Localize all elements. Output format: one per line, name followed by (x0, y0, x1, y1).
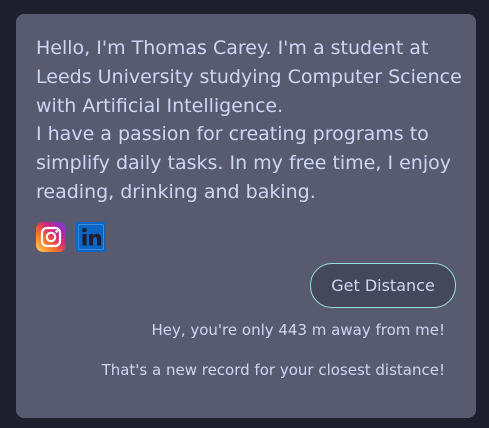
instagram-icon (36, 222, 66, 252)
bio-text: Hello, I'm Thomas Carey. I'm a student a… (36, 34, 466, 207)
record-message-text: That's a new record for your closest dis… (101, 361, 445, 379)
get-distance-button[interactable]: Get Distance (310, 263, 456, 308)
bio-hobbies: I have a passion for creating programs t… (36, 123, 451, 203)
distance-result-text: Hey, you're only 443 m away from me! (151, 321, 445, 339)
social-links (36, 222, 106, 252)
instagram-link[interactable] (36, 222, 66, 252)
bio-intro: Hello, I'm Thomas Carey. I'm a student a… (36, 37, 462, 117)
linkedin-icon (76, 222, 106, 252)
profile-card: Hello, I'm Thomas Carey. I'm a student a… (16, 14, 476, 418)
linkedin-link[interactable] (76, 222, 106, 252)
